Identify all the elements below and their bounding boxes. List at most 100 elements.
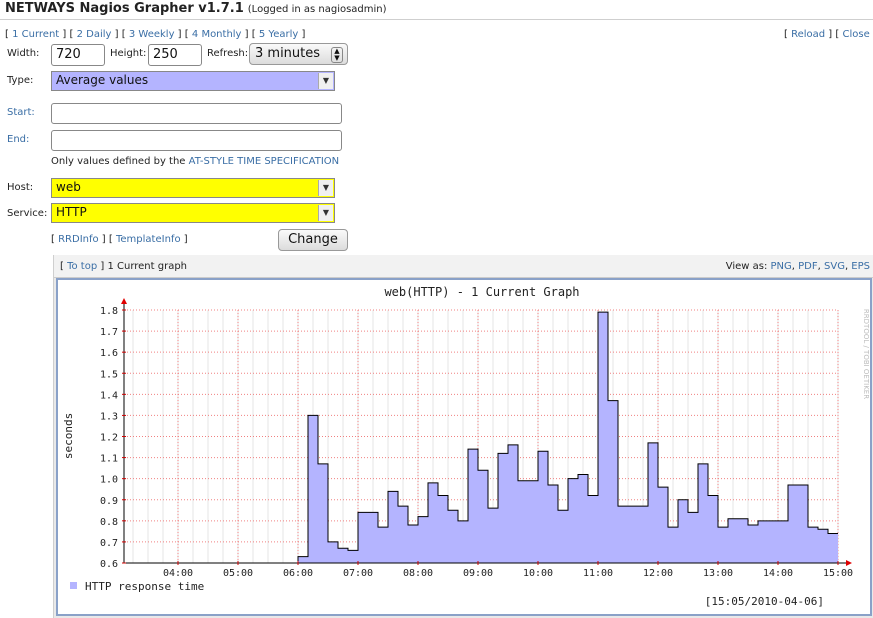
chevron-down-icon: ▼ [318,73,333,89]
area-step [728,518,738,563]
close-link[interactable]: Close [843,29,870,40]
area-step [588,495,598,563]
area-step [698,463,708,563]
end-input[interactable] [51,130,342,151]
templateinfo-link[interactable]: TemplateInfo [116,234,181,245]
graph-header: [ To top ] 1 Current graph View as: PNG,… [54,255,873,278]
area-step [448,510,458,563]
x-tick-label: 15:00 [823,568,853,579]
area-step [658,487,668,563]
area-step [748,525,758,563]
info-links: [ RRDInfo ] [ TemplateInfo ] [51,234,188,245]
link-current[interactable]: 1 Current [12,29,59,40]
area-step [768,520,778,563]
watermark: RRDTOOL / TOBI OETIKER [862,309,870,399]
chart-timestamp: [15:05/2010-04-06] [705,595,824,608]
area-step [548,484,558,563]
graph-frame: 04:00 05:00 06:00 07:00 08:00 09:00 10:00 11:00… [56,278,872,616]
width-input[interactable]: 720 [51,44,105,66]
area-step [568,478,578,563]
legend-label: HTTP response time [85,580,204,593]
y-axis-arrow [121,298,127,304]
area-step [598,312,608,563]
reload-link[interactable]: Reload [791,29,825,40]
y-tick-label: 1.3 [100,411,118,422]
area-step [438,495,448,563]
service-label: Service: [7,208,48,219]
link-weekly[interactable]: 3 Weekly [129,29,175,40]
area-step [458,520,468,563]
x-tick-label: 04:00 [163,568,193,579]
area-step [668,527,678,563]
link-monthly[interactable]: 4 Monthly [192,29,242,40]
area-step [638,506,648,563]
area-step [808,527,818,563]
view-svg-link[interactable]: SVG [824,261,845,272]
area-step [778,520,788,563]
x-tick-label: 11:00 [583,568,613,579]
type-select[interactable]: Average values ▼ [51,71,335,91]
area-step [428,482,438,563]
area-step [388,491,398,563]
area-step [318,463,328,563]
area-step [328,541,338,563]
service-select[interactable]: HTTP ▼ [51,203,335,223]
host-select[interactable]: web ▼ [51,178,335,198]
area-step [688,512,698,563]
view-pdf-link[interactable]: PDF [798,261,817,272]
rrdinfo-link[interactable]: RRDInfo [58,234,99,245]
area-step [788,484,798,563]
area-step [378,527,388,563]
area-step [718,527,728,563]
area-step [758,520,768,563]
change-button[interactable]: Change [278,229,348,251]
timerange-links: [ 1 Current ] [ 2 Daily ] [ 3 Weekly ] [… [5,29,306,40]
area-step [738,518,748,563]
area-step [408,525,418,563]
chevron-down-icon: ▼ [318,180,333,196]
link-yearly[interactable]: 5 Yearly [259,29,298,40]
y-tick-label: 1.1 [100,454,118,465]
area-step [298,556,308,563]
app-title: NETWAYS Nagios Grapher v1.7.1 (Logged in … [5,1,387,16]
x-tick-label: 06:00 [283,568,313,579]
area-step [708,495,718,563]
x-tick-label: 05:00 [223,568,253,579]
area-step [618,506,628,563]
at-style-time-link[interactable]: AT-STYLE TIME SPECIFICATION [189,156,339,167]
legend-swatch [70,582,77,589]
area-step [498,453,508,563]
view-png-link[interactable]: PNG [771,261,792,272]
graph-caption: [ To top ] 1 Current graph [60,261,188,272]
type-value: Average values [56,73,149,87]
area-step [308,415,318,563]
link-daily[interactable]: 2 Daily [77,29,112,40]
area-step [338,548,348,563]
y-tick-label: 1.7 [100,327,118,338]
x-tick-label: 07:00 [343,568,373,579]
refresh-label: Refresh: [207,48,249,59]
height-input[interactable]: 250 [148,44,202,66]
app-title-text: NETWAYS Nagios Grapher v1.7.1 [5,1,244,16]
x-tick-label: 10:00 [523,568,553,579]
y-axis-label: seconds [62,413,75,459]
x-tick-label: 13:00 [703,568,733,579]
area-step [648,442,658,563]
to-top-link[interactable]: To top [67,261,97,272]
top-actions: [ Reload ] [ Close ] [784,29,873,40]
area-step [468,449,478,563]
y-tick-label: 1.0 [100,475,118,486]
service-value: HTTP [56,205,87,219]
area-step [538,451,548,563]
chevron-down-icon: ▼ [318,205,333,221]
area-step [678,499,688,563]
refresh-select[interactable]: 3 minutes ▲ ▼ [249,43,348,65]
start-input[interactable] [51,103,342,124]
area-step [368,512,378,563]
view-eps-link[interactable]: EPS [851,261,870,272]
start-label: Start: [7,107,35,118]
x-tick-label: 08:00 [403,568,433,579]
area-step [358,512,368,563]
login-info: (Logged in as nagiosadmin) [247,4,387,15]
area-step [508,444,518,563]
